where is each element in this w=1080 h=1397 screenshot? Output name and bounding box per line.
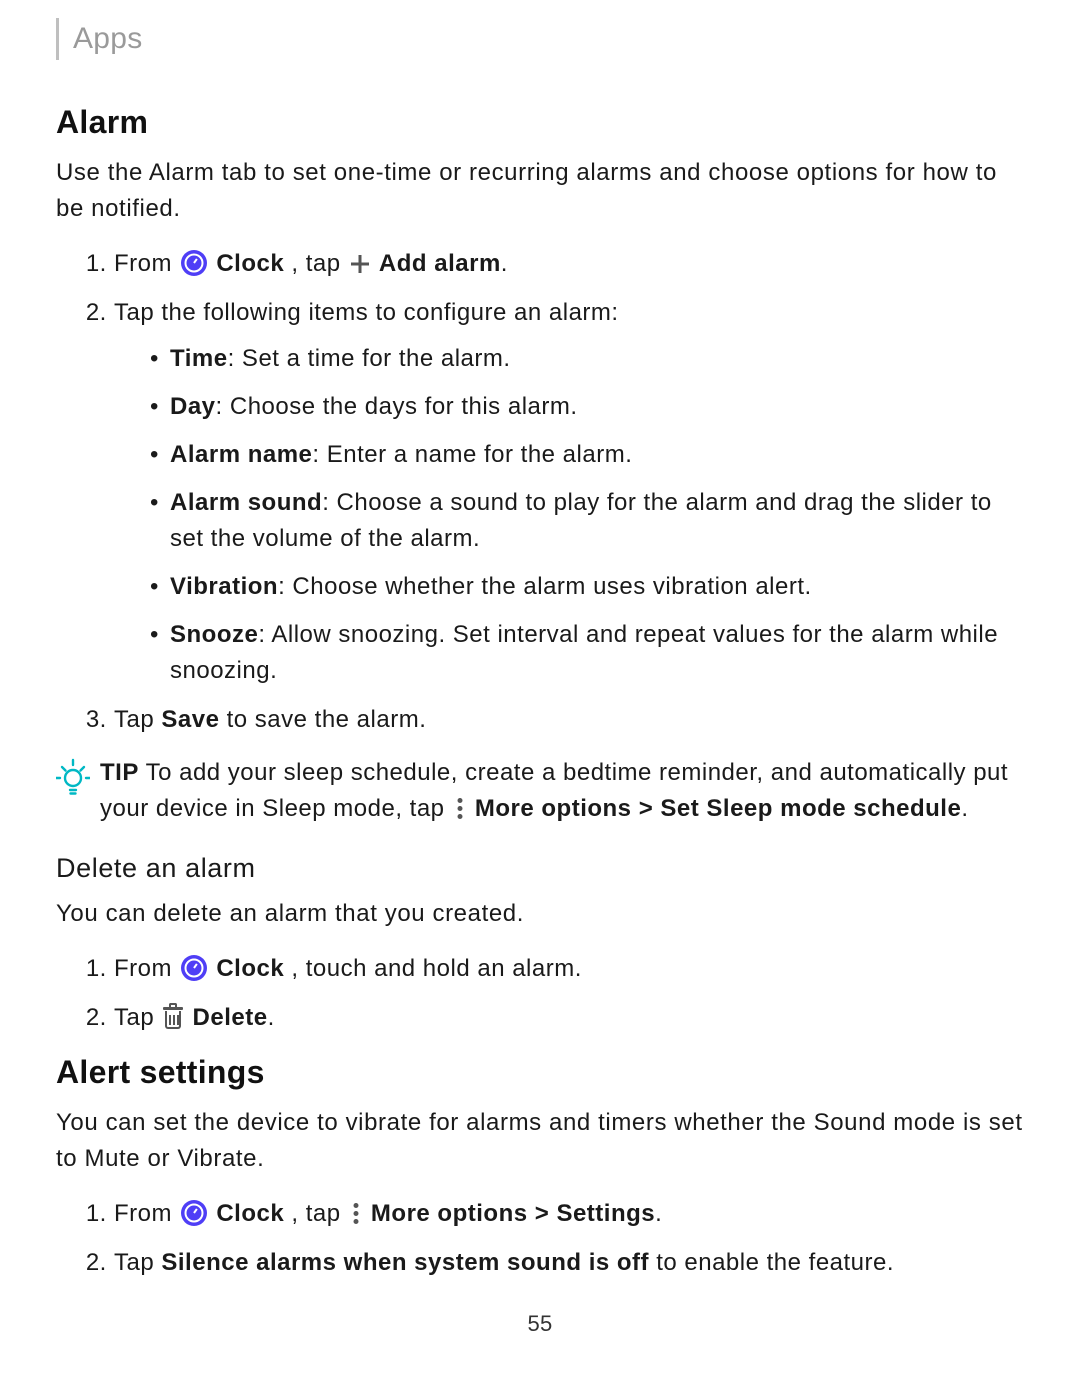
label-sleep-schedule: Set Sleep mode schedule xyxy=(660,795,961,822)
clock-icon xyxy=(181,955,207,981)
label-save: Save xyxy=(161,706,219,733)
label: Snooze xyxy=(170,621,258,648)
label-clock: Clock xyxy=(216,250,284,277)
text: : Allow snoozing. Set interval and repea… xyxy=(170,621,998,684)
text: : Choose whether the alarm uses vibratio… xyxy=(278,573,812,600)
plus-icon xyxy=(349,253,371,275)
list-item: Alarm sound: Choose a sound to play for … xyxy=(150,485,1024,557)
label-add-alarm: Add alarm xyxy=(379,250,501,277)
label: Day xyxy=(170,393,216,420)
label: Time xyxy=(170,345,228,372)
label-more-options: More options xyxy=(475,795,632,822)
page-content: Apps Alarm Use the Alarm tab to set one-… xyxy=(0,0,1080,1281)
text: to enable the feature. xyxy=(649,1249,894,1276)
label-settings: Settings xyxy=(556,1200,655,1227)
tip-text: TIP To add your sleep schedule, create a… xyxy=(100,755,1024,827)
text: : Choose the days for this alarm. xyxy=(216,393,578,420)
breadcrumb: Apps xyxy=(73,24,143,54)
clock-icon xyxy=(181,250,207,276)
steps-delete: From Clock , touch and hold an alarm. Ta… xyxy=(56,950,1024,1036)
text: From xyxy=(114,1200,179,1227)
text: Tap the following items to configure an … xyxy=(114,299,619,326)
step: From Clock , tap More options > Settings… xyxy=(114,1195,1024,1232)
step: Tap Silence alarms when system sound is … xyxy=(114,1244,1024,1281)
clock-icon xyxy=(181,1200,207,1226)
heading-delete-alarm: Delete an alarm xyxy=(56,853,1024,884)
text: : Enter a name for the alarm. xyxy=(312,441,632,468)
text: , tap xyxy=(291,250,347,277)
tip-block: TIP To add your sleep schedule, create a… xyxy=(56,755,1024,827)
label: Alarm sound xyxy=(170,489,322,516)
list-item: Vibration: Choose whether the alarm uses… xyxy=(150,569,1024,605)
text: From xyxy=(114,250,179,277)
steps-alert: From Clock , tap More options > Settings… xyxy=(56,1195,1024,1281)
text: : Set a time for the alarm. xyxy=(228,345,511,372)
trash-icon xyxy=(162,1006,184,1030)
page-number: 55 xyxy=(0,1311,1080,1337)
step: From Clock , touch and hold an alarm. xyxy=(114,950,1024,987)
paragraph-alarm-intro: Use the Alarm tab to set one-time or rec… xyxy=(56,155,1024,227)
list-item: Snooze: Allow snoozing. Set interval and… xyxy=(150,617,1024,689)
breadcrumb-wrap: Apps xyxy=(56,18,1024,60)
text: Tap xyxy=(114,1004,161,1031)
step: Tap Save to save the alarm. xyxy=(114,701,1024,738)
steps-alarm: From Clock , tap Add alarm. Tap the foll… xyxy=(56,245,1024,739)
label-clock: Clock xyxy=(216,955,284,982)
text: to save the alarm. xyxy=(219,706,426,733)
alarm-config-list: Time: Set a time for the alarm. Day: Cho… xyxy=(114,341,1024,689)
list-item: Day: Choose the days for this alarm. xyxy=(150,389,1024,425)
more-options-icon xyxy=(453,798,467,820)
paragraph-delete-intro: You can delete an alarm that you created… xyxy=(56,896,1024,932)
label-delete: Delete xyxy=(193,1004,268,1031)
text: . xyxy=(501,250,508,277)
step: From Clock , tap Add alarm. xyxy=(114,245,1024,282)
text: . xyxy=(268,1004,275,1031)
text: . xyxy=(961,795,968,822)
text: From xyxy=(114,955,179,982)
more-options-icon xyxy=(349,1203,363,1225)
list-item: Alarm name: Enter a name for the alarm. xyxy=(150,437,1024,473)
text: Tap xyxy=(114,706,161,733)
list-item: Time: Set a time for the alarm. xyxy=(150,341,1024,377)
paragraph-alert-intro: You can set the device to vibrate for al… xyxy=(56,1105,1024,1177)
heading-alert-settings: Alert settings xyxy=(56,1054,1024,1091)
label-more-options: More options xyxy=(371,1200,528,1227)
lightbulb-icon xyxy=(56,757,90,797)
label-silence-toggle: Silence alarms when system sound is off xyxy=(161,1249,649,1276)
label-clock: Clock xyxy=(216,1200,284,1227)
tip-label: TIP xyxy=(100,759,139,786)
text: . xyxy=(655,1200,662,1227)
heading-alarm: Alarm xyxy=(56,104,1024,141)
label: Vibration xyxy=(170,573,278,600)
step: Tap Delete. xyxy=(114,999,1024,1036)
text: Tap xyxy=(114,1249,161,1276)
label: Alarm name xyxy=(170,441,312,468)
step: Tap the following items to configure an … xyxy=(114,294,1024,689)
text: , tap xyxy=(291,1200,347,1227)
text: > xyxy=(528,1200,557,1227)
text: > xyxy=(632,795,661,822)
text: , touch and hold an alarm. xyxy=(291,955,582,982)
